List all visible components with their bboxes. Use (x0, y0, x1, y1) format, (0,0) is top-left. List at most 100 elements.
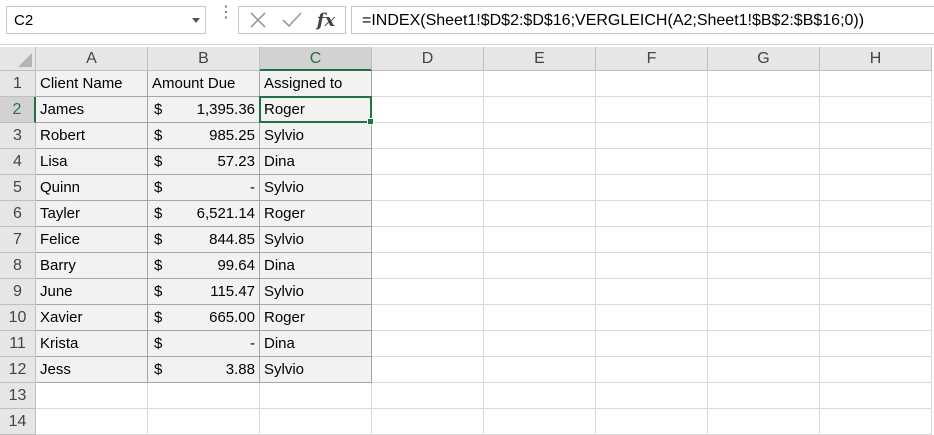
cell-e11[interactable] (484, 331, 596, 357)
cell-c11[interactable]: Dina (260, 331, 372, 357)
cell-c13[interactable] (260, 383, 372, 409)
cell-a7[interactable]: Felice (36, 227, 148, 253)
cell-f2[interactable] (596, 97, 708, 123)
cell-c3[interactable]: Sylvio (260, 123, 372, 149)
cell-e3[interactable] (484, 123, 596, 149)
cell-f6[interactable] (596, 201, 708, 227)
cell-a8[interactable]: Barry (36, 253, 148, 279)
cell-f4[interactable] (596, 149, 708, 175)
enter-checkmark-icon[interactable] (277, 9, 307, 31)
cell-b7[interactable]: $844.85 (148, 227, 260, 253)
cell-a1[interactable]: Client Name (36, 71, 148, 97)
cell-b8[interactable]: $99.64 (148, 253, 260, 279)
row-header-2[interactable]: 2 (0, 97, 36, 123)
cell-h13[interactable] (820, 383, 932, 409)
cell-f8[interactable] (596, 253, 708, 279)
cell-g2[interactable] (708, 97, 820, 123)
cell-c12[interactable]: Sylvio (260, 357, 372, 383)
cell-d3[interactable] (372, 123, 484, 149)
formula-input[interactable]: =INDEX(Sheet1!$D$2:$D$16;VERGLEICH(A2;Sh… (351, 6, 934, 34)
cell-a12[interactable]: Jess (36, 357, 148, 383)
cell-a13[interactable] (36, 383, 148, 409)
row-header-6[interactable]: 6 (0, 201, 36, 227)
cell-a11[interactable]: Krista (36, 331, 148, 357)
cell-f10[interactable] (596, 305, 708, 331)
cell-f13[interactable] (596, 383, 708, 409)
cell-h10[interactable] (820, 305, 932, 331)
column-header-d[interactable]: D (372, 47, 484, 71)
cell-h6[interactable] (820, 201, 932, 227)
cell-h4[interactable] (820, 149, 932, 175)
more-options-icon[interactable]: ⋮ (218, 5, 234, 21)
cell-h3[interactable] (820, 123, 932, 149)
cell-c8[interactable]: Dina (260, 253, 372, 279)
cell-c7[interactable]: Sylvio (260, 227, 372, 253)
cell-c1[interactable]: Assigned to (260, 71, 372, 97)
cell-e9[interactable] (484, 279, 596, 305)
row-header-7[interactable]: 7 (0, 227, 36, 253)
column-header-g[interactable]: G (708, 47, 820, 71)
row-header-14[interactable]: 14 (0, 409, 36, 435)
cell-g8[interactable] (708, 253, 820, 279)
cancel-icon[interactable] (243, 9, 273, 31)
row-header-3[interactable]: 3 (0, 123, 36, 149)
cell-b11[interactable]: $ - (148, 331, 260, 357)
cell-a10[interactable]: Xavier (36, 305, 148, 331)
cell-f12[interactable] (596, 357, 708, 383)
row-header-5[interactable]: 5 (0, 175, 36, 201)
column-header-e[interactable]: E (484, 47, 596, 71)
cell-h14[interactable] (820, 409, 932, 435)
cell-g9[interactable] (708, 279, 820, 305)
cell-d8[interactable] (372, 253, 484, 279)
cell-f3[interactable] (596, 123, 708, 149)
cell-b9[interactable]: $115.47 (148, 279, 260, 305)
cell-g4[interactable] (708, 149, 820, 175)
cell-e13[interactable] (484, 383, 596, 409)
column-header-c[interactable]: C (260, 47, 372, 71)
cell-e4[interactable] (484, 149, 596, 175)
column-header-a[interactable]: A (36, 47, 148, 71)
cell-a4[interactable]: Lisa (36, 149, 148, 175)
cell-c5[interactable]: Sylvio (260, 175, 372, 201)
row-header-9[interactable]: 9 (0, 279, 36, 305)
cell-f5[interactable] (596, 175, 708, 201)
cell-g11[interactable] (708, 331, 820, 357)
cell-d14[interactable] (372, 409, 484, 435)
cell-e14[interactable] (484, 409, 596, 435)
cell-d6[interactable] (372, 201, 484, 227)
column-header-h[interactable]: H (820, 47, 932, 71)
cell-h11[interactable] (820, 331, 932, 357)
cell-f14[interactable] (596, 409, 708, 435)
cell-b4[interactable]: $57.23 (148, 149, 260, 175)
cell-b12[interactable]: $3.88 (148, 357, 260, 383)
cell-c14[interactable] (260, 409, 372, 435)
cell-f11[interactable] (596, 331, 708, 357)
cell-e5[interactable] (484, 175, 596, 201)
cell-b2[interactable]: $1,395.36 (148, 97, 260, 123)
cell-b14[interactable] (148, 409, 260, 435)
name-box[interactable]: C2 (6, 6, 206, 34)
cell-d1[interactable] (372, 71, 484, 97)
select-all-corner[interactable] (0, 47, 36, 71)
cell-b1[interactable]: Amount Due (148, 71, 260, 97)
cell-g5[interactable] (708, 175, 820, 201)
insert-function-button[interactable]: fx (311, 9, 341, 31)
cell-h7[interactable] (820, 227, 932, 253)
cell-c4[interactable]: Dina (260, 149, 372, 175)
row-header-11[interactable]: 11 (0, 331, 36, 357)
cell-b13[interactable] (148, 383, 260, 409)
cell-e1[interactable] (484, 71, 596, 97)
cell-d13[interactable] (372, 383, 484, 409)
cell-d5[interactable] (372, 175, 484, 201)
cell-e10[interactable] (484, 305, 596, 331)
cell-d4[interactable] (372, 149, 484, 175)
row-header-8[interactable]: 8 (0, 253, 36, 279)
row-header-4[interactable]: 4 (0, 149, 36, 175)
cell-g6[interactable] (708, 201, 820, 227)
cell-d7[interactable] (372, 227, 484, 253)
cell-b3[interactable]: $985.25 (148, 123, 260, 149)
cell-h9[interactable] (820, 279, 932, 305)
cell-g14[interactable] (708, 409, 820, 435)
cell-g1[interactable] (708, 71, 820, 97)
cell-a9[interactable]: June (36, 279, 148, 305)
